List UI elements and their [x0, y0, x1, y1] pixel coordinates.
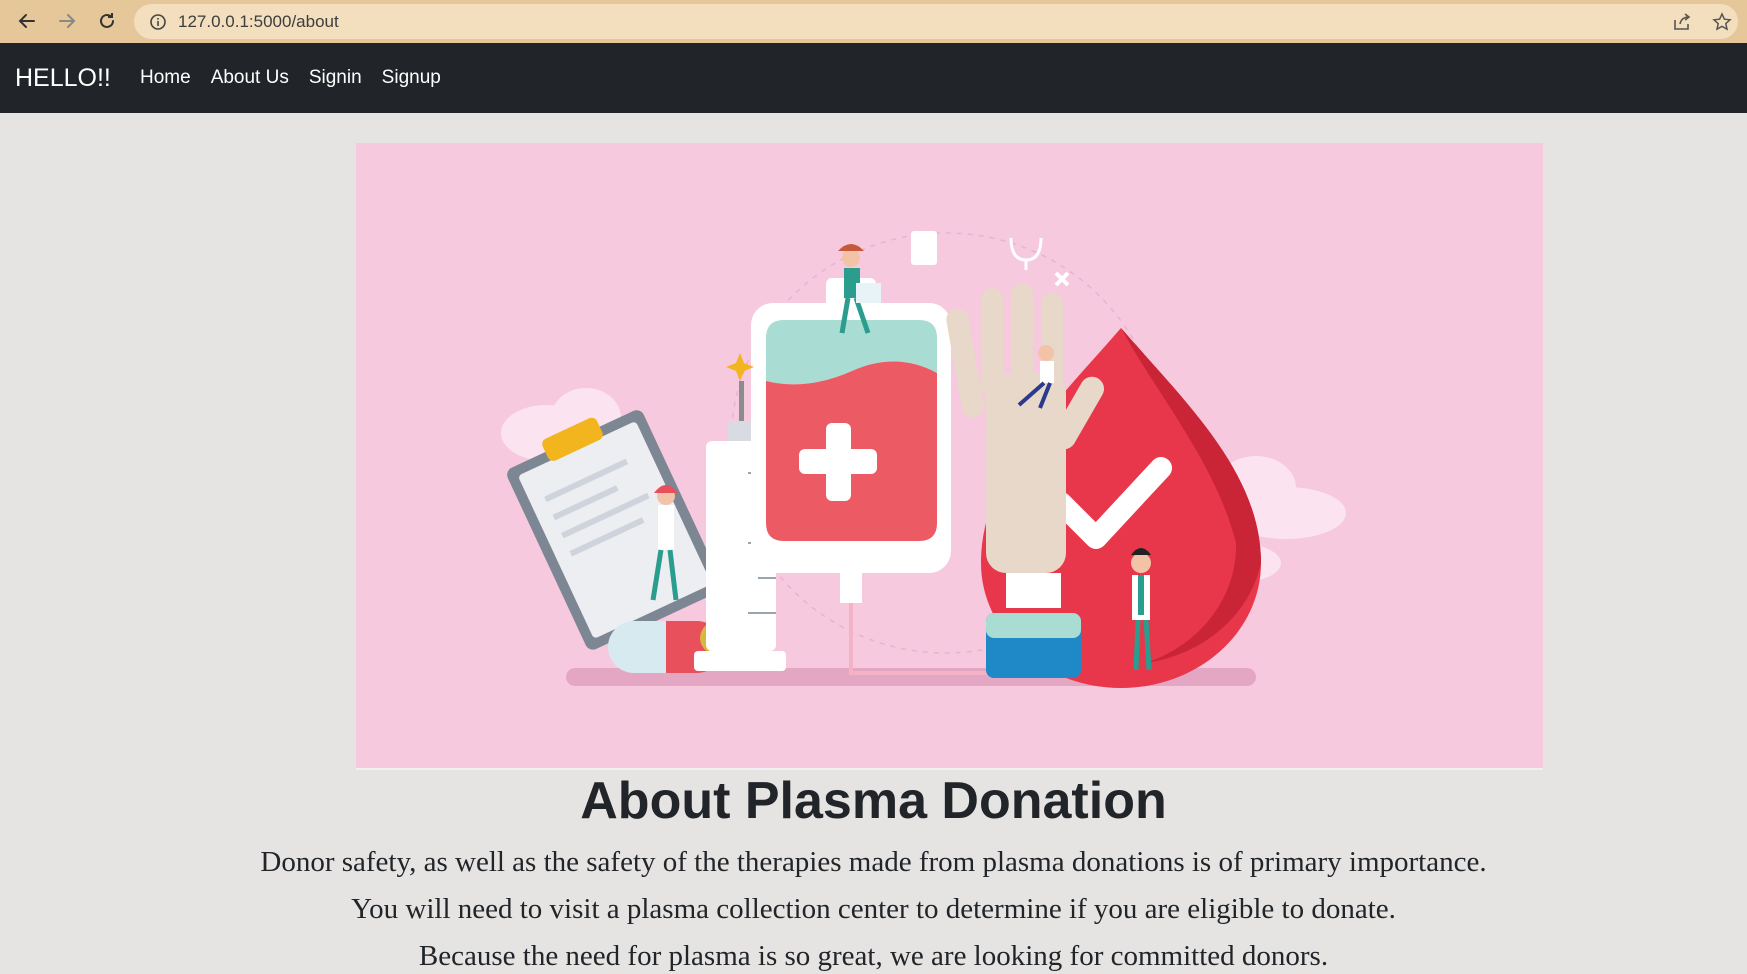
- reload-icon: [100, 13, 114, 28]
- info-icon[interactable]: [146, 10, 170, 34]
- share-icon[interactable]: [1670, 10, 1694, 34]
- site-navbar: HELLO!! Home About Us Signin Signup: [0, 43, 1747, 113]
- address-bar[interactable]: 127.0.0.1:5000/about: [134, 4, 1738, 39]
- back-arrow-icon: [18, 14, 35, 28]
- nav-link-home[interactable]: Home: [140, 43, 191, 113]
- document-icon: [911, 231, 937, 265]
- plasma-donation-illustration: [501, 231, 1346, 688]
- sparkle-icon: [726, 353, 754, 381]
- paragraph-1: Donor safety, as well as the safety of t…: [260, 846, 1487, 878]
- cross-icon: [1054, 271, 1070, 287]
- back-button[interactable]: [12, 6, 42, 36]
- brand-logo[interactable]: HELLO!!: [15, 43, 111, 113]
- forward-button[interactable]: [52, 6, 82, 36]
- stethoscope-icon: [1009, 237, 1043, 270]
- browser-toolbar: 127.0.0.1:5000/about: [0, 0, 1747, 43]
- nav-links: Home About Us Signin Signup: [140, 43, 461, 113]
- reload-button[interactable]: [92, 6, 122, 36]
- nav-link-signin[interactable]: Signin: [309, 43, 362, 113]
- page-title: About Plasma Donation: [580, 772, 1167, 830]
- hero-image: [356, 143, 1543, 770]
- nav-link-about-us[interactable]: About Us: [211, 43, 289, 113]
- forward-arrow-icon: [59, 14, 76, 28]
- url-text[interactable]: 127.0.0.1:5000/about: [178, 4, 339, 39]
- nav-link-signup[interactable]: Signup: [382, 43, 441, 113]
- bookmark-star-icon[interactable]: [1710, 10, 1734, 34]
- paragraph-3: Because the need for plasma is so great,…: [418, 940, 1329, 972]
- paragraph-2: You will need to visit a plasma collecti…: [351, 893, 1396, 925]
